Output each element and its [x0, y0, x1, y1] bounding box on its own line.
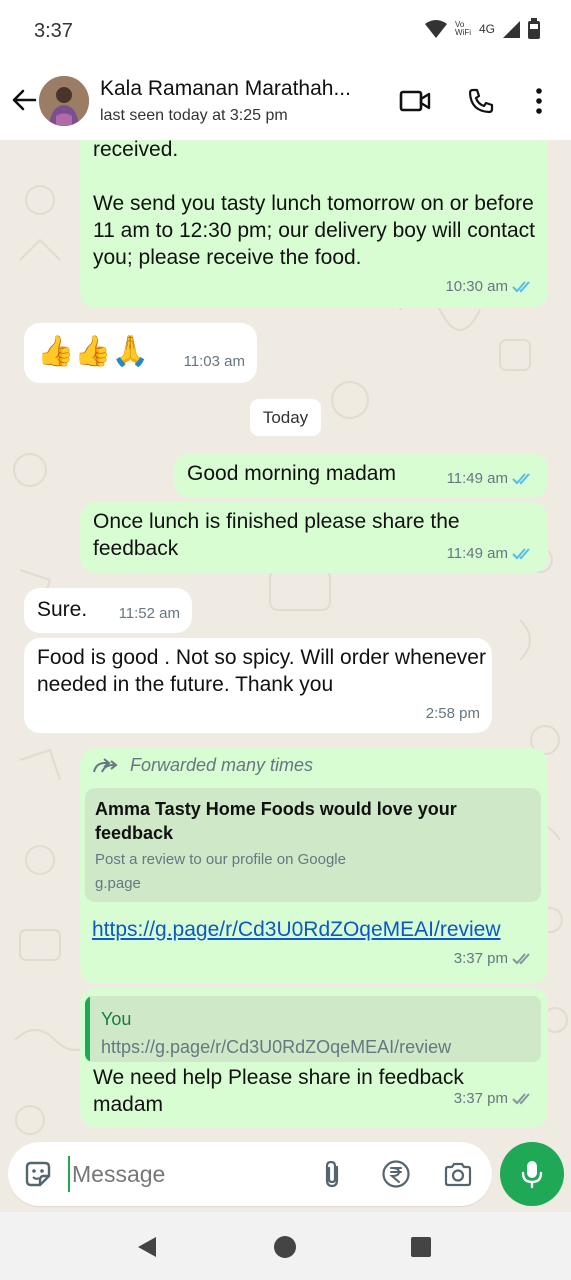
mic-icon — [521, 1161, 543, 1189]
emoji-sticker-button[interactable] — [22, 1158, 54, 1190]
quoted-author: You — [101, 1009, 132, 1029]
message-input[interactable] — [68, 1156, 308, 1192]
more-options-icon — [536, 88, 542, 114]
contact-name[interactable]: Kala Ramanan Marathah... — [100, 77, 351, 101]
message-meta: 11:03 am — [184, 348, 245, 375]
back-arrow-icon — [12, 89, 37, 111]
chat-area[interactable]: received. We send you tasty lunch tomorr… — [0, 140, 571, 1140]
voice-message-button[interactable] — [500, 1142, 564, 1206]
message-time: 10:30 am — [445, 278, 508, 295]
sticker-icon — [25, 1161, 51, 1187]
attach-button[interactable] — [316, 1158, 348, 1190]
message-bubble-outgoing[interactable]: Once lunch is finished please share the … — [80, 502, 548, 573]
forwarded-label: Forwarded many times — [92, 752, 313, 779]
video-call-button[interactable] — [398, 84, 432, 118]
message-time: 11:52 am — [118, 605, 180, 622]
composer-pill — [8, 1142, 492, 1206]
message-bubble-outgoing[interactable]: Good morning madam 11:49 am — [174, 453, 548, 498]
payment-button[interactable] — [380, 1158, 412, 1190]
network-type: 4G — [478, 22, 495, 36]
composer-bar — [0, 1140, 571, 1212]
forwarded-text: Forwarded many times — [130, 755, 314, 775]
system-nav-bar — [0, 1212, 571, 1280]
more-options-button[interactable] — [522, 84, 556, 118]
phone-icon — [468, 88, 494, 114]
message-bubble-incoming[interactable]: 👍👍🙏 11:03 am — [24, 323, 257, 383]
avatar[interactable] — [39, 76, 89, 126]
link-preview-description: Post a review to our profile on Google g… — [95, 848, 346, 896]
message-text: Good morning madam — [187, 462, 396, 485]
avatar-photo-icon — [39, 76, 89, 126]
quoted-message[interactable]: You https://g.page/r/Cd3U0RdZOqeMEAI/rev… — [85, 996, 541, 1062]
read-ticks-icon — [512, 472, 530, 484]
message-meta: 3:37 pm — [454, 945, 536, 972]
message-meta: 2:58 pm — [426, 700, 480, 727]
last-seen-status: last seen today at 3:25 pm — [100, 107, 288, 124]
message-meta: 11:49 am — [447, 540, 536, 567]
forwarded-icon — [93, 757, 118, 772]
link-preview-card[interactable]: Amma Tasty Home Foods would love your fe… — [85, 788, 541, 902]
message-bubble-outgoing[interactable]: received. We send you tasty lunch tomorr… — [80, 140, 548, 308]
nav-recents-button[interactable] — [406, 1232, 436, 1262]
attach-icon — [325, 1160, 339, 1188]
nav-home-icon — [274, 1236, 296, 1258]
message-meta: 3:37 pm — [454, 1085, 536, 1112]
message-bubble-incoming[interactable]: Food is good . Not so spicy. Will order … — [24, 638, 492, 733]
volte-label: Vo WiFi — [454, 20, 471, 37]
link-preview-title: Amma Tasty Home Foods would love your fe… — [95, 799, 457, 843]
nav-back-button[interactable] — [132, 1232, 162, 1262]
nav-home-button[interactable] — [270, 1232, 300, 1262]
message-time: 11:03 am — [183, 353, 245, 370]
status-icons: Vo WiFi 4G — [423, 18, 541, 40]
message-time: 11:49 am — [446, 470, 508, 487]
message-text: Food is good . Not so spicy. Will order … — [37, 646, 486, 696]
read-ticks-icon — [512, 280, 530, 292]
message-meta: 11:52 am — [119, 600, 180, 627]
nav-recents-icon — [411, 1237, 431, 1257]
rupee-payment-icon — [382, 1160, 410, 1188]
message-time: 2:58 pm — [425, 705, 480, 722]
message-time: 11:49 am — [446, 545, 508, 562]
message-bubble-reply[interactable]: You https://g.page/r/Cd3U0RdZOqeMEAI/rev… — [80, 988, 548, 1128]
camera-icon — [444, 1162, 472, 1187]
message-bubble-incoming[interactable]: Sure. 11:52 am — [24, 588, 192, 633]
cell-signal-icon — [503, 21, 520, 38]
chat-header: Kala Ramanan Marathah... last seen today… — [0, 62, 571, 140]
message-text: received. We send you tasty lunch tomorr… — [93, 140, 535, 269]
battery-icon — [528, 18, 540, 39]
message-text: We need help Please share in feedback ma… — [93, 1066, 464, 1116]
message-meta: 10:30 am — [445, 273, 536, 300]
link-preview-domain: g.page — [95, 875, 141, 892]
video-call-icon — [399, 90, 431, 112]
quote-accent-bar — [85, 996, 90, 1062]
message-text: Sure. — [37, 598, 88, 621]
status-bar: 3:37 Vo WiFi 4G — [0, 0, 571, 62]
delivered-ticks-icon — [512, 952, 530, 964]
camera-button[interactable] — [442, 1158, 474, 1190]
nav-back-icon — [138, 1237, 156, 1257]
status-time: 3:37 — [34, 20, 73, 42]
voice-call-button[interactable] — [464, 84, 498, 118]
message-bubble-forwarded[interactable]: Forwarded many times Amma Tasty Home Foo… — [80, 748, 548, 984]
read-ticks-icon — [512, 547, 530, 559]
message-time: 3:37 pm — [453, 1090, 508, 1107]
message-link[interactable]: https://g.page/r/Cd3U0RdZOqeMEAI/review — [92, 916, 512, 943]
delivered-ticks-icon — [512, 1092, 530, 1104]
quoted-text: https://g.page/r/Cd3U0RdZOqeMEAI/review — [101, 1037, 452, 1057]
wifi-signal-icon — [424, 20, 447, 38]
date-divider: Today — [250, 399, 321, 436]
message-text: 👍👍🙏 — [37, 334, 150, 369]
message-meta: 11:49 am — [447, 465, 536, 492]
back-button[interactable] — [8, 84, 40, 116]
link-preview-desc-text: Post a review to our profile on Google — [95, 851, 346, 868]
message-time: 3:37 pm — [453, 950, 508, 967]
